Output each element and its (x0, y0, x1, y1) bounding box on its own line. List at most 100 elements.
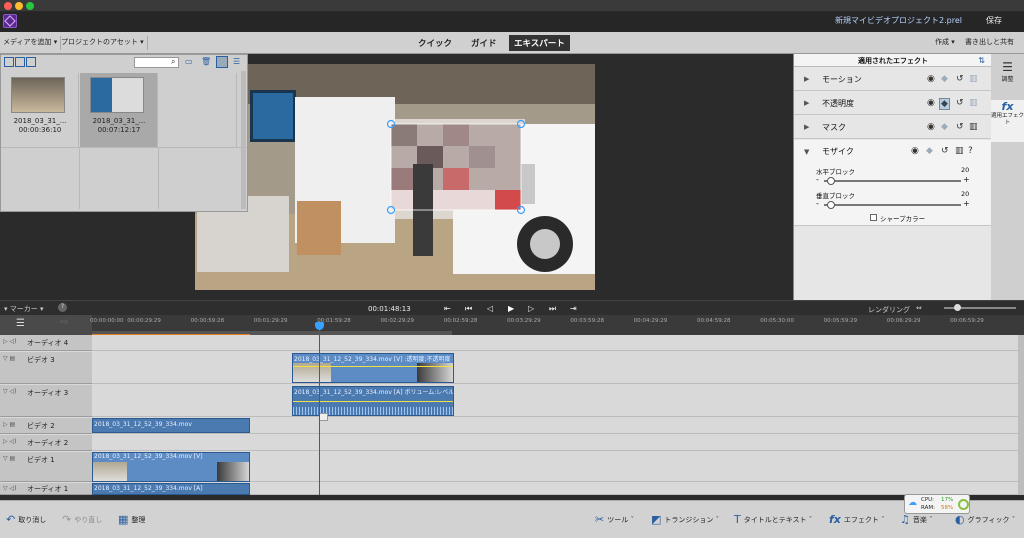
titles-text-button[interactable]: T タイトルとテキスト ˇ (734, 509, 812, 526)
play-icon[interactable]: ▶ (508, 304, 514, 313)
track-row-audio-1[interactable]: 2018_03_31_12_52_39_334.mov [A] (92, 483, 1018, 495)
adjust-tab[interactable]: ☰ 調整 (991, 60, 1024, 98)
eye-icon[interactable]: ◉ (927, 74, 935, 84)
trash-icon[interactable]: ▥ (969, 122, 978, 132)
timeline-zoom-slider[interactable] (944, 304, 1016, 311)
timeline-scrollbar[interactable] (1018, 335, 1024, 495)
track-header-video-2[interactable]: ▷ ▤ ビデオ 2 (0, 418, 92, 434)
go-to-end-icon[interactable]: ⇥ (570, 304, 577, 313)
zoom-window-button[interactable] (26, 2, 34, 10)
effect-row-opacity[interactable]: ▶ 不透明度 ◉ ◆ ↺ ▥ (794, 92, 992, 115)
panel-menu-icon[interactable]: ☰ (233, 57, 240, 66)
step-back-icon[interactable]: ◁ (487, 304, 493, 313)
reset-icon[interactable]: ↺ (956, 98, 964, 108)
reset-icon[interactable]: ↺ (956, 122, 964, 132)
applied-effects-tab[interactable]: fx 適用エフェクト (991, 100, 1024, 142)
export-share-dropdown[interactable]: 書き出しと共有 (962, 36, 1017, 50)
track-options-icon[interactable]: ☰ (16, 318, 25, 329)
effects-button[interactable]: fx エフェクト ˇ (829, 509, 885, 526)
slider-knob[interactable] (826, 177, 835, 185)
keyframe-icon[interactable]: ◆ (941, 122, 948, 132)
horizontal-block-slider[interactable] (824, 177, 961, 185)
eye-icon[interactable]: ◉ (927, 98, 935, 108)
asset-item[interactable]: 2018_03_31_... 00:00:36:10 (1, 73, 79, 147)
track-row-audio-3[interactable]: 2018_03_31_12_52_39_334.mov [A] ボリューム:レベ… (92, 385, 1018, 421)
track-row-video-3[interactable]: 2018_03_31_12_52_39_334.mov [V] :透明度:不透明… (92, 352, 1018, 384)
track-header-audio-1[interactable]: ▽ ◁) オーディオ 1 (0, 483, 92, 495)
go-to-start-icon[interactable]: ⇤ (444, 304, 451, 313)
effect-row-mosaic[interactable]: ▼ モザイク ◉ ◆ ↺ ▥ ? 水平ブロック 20 - + 垂直ブロック 20… (794, 140, 992, 226)
trash-icon[interactable]: ▥ (969, 98, 978, 108)
clip-video-3[interactable]: 2018_03_31_12_52_39_334.mov [V] :透明度:不透明… (292, 353, 454, 383)
expand-icon[interactable]: ▶ (804, 123, 809, 131)
redo-button[interactable]: ↷ やり直し (62, 509, 102, 526)
clip-audio-3[interactable]: 2018_03_31_12_52_39_334.mov [A] ボリューム:レベ… (292, 386, 454, 416)
reset-icon[interactable]: ↺ (956, 74, 964, 84)
increment-icon[interactable]: + (963, 199, 970, 208)
marker-dropdown[interactable]: ▾ マーカー ▾ (4, 304, 44, 314)
pin-icon[interactable] (216, 56, 228, 68)
eye-icon[interactable]: ◉ (911, 146, 919, 156)
asset-scrollbar[interactable] (241, 71, 246, 209)
preview-monitor[interactable] (195, 64, 595, 290)
close-window-button[interactable] (4, 2, 12, 10)
trash-icon[interactable]: ▥ (955, 146, 964, 156)
new-folder-icon[interactable]: ▭ (185, 57, 193, 66)
panel-menu-icon[interactable]: ⇅ (978, 56, 985, 65)
clip-audio-1[interactable]: 2018_03_31_12_52_39_334.mov [A] (92, 483, 250, 495)
render-button[interactable]: レンダリング (868, 305, 910, 315)
tab-guided[interactable]: ガイド (466, 35, 502, 51)
previous-edit-icon[interactable]: ⏮ (465, 304, 472, 314)
transitions-button[interactable]: ◩ トランジション ˇ (651, 509, 719, 526)
slider-knob[interactable] (954, 304, 961, 311)
save-button[interactable]: 保存 (986, 15, 1002, 26)
slider-knob[interactable] (826, 201, 835, 209)
track-row-video-1[interactable]: 2018_03_31_12_52_39_334.mov [V] (92, 452, 1018, 482)
trash-icon[interactable]: ▥ (969, 74, 978, 84)
decrement-icon[interactable]: - (816, 199, 819, 208)
vertical-block-slider[interactable] (824, 201, 961, 209)
collapse-icon[interactable]: ▼ (804, 148, 809, 156)
keyframe-icon[interactable]: ◆ (941, 74, 948, 84)
search-icon[interactable]: ⌕ (171, 57, 175, 67)
minimize-window-button[interactable] (15, 2, 23, 10)
organize-button[interactable]: ▦ 整理 (118, 509, 145, 526)
opacity-line[interactable] (293, 366, 453, 367)
effect-row-mask[interactable]: ▶ マスク ◉ ◆ ↺ ▥ (794, 116, 992, 139)
next-edit-icon[interactable]: ⏭ (549, 304, 556, 314)
track-header-audio-4[interactable]: ▷ ◁) オーディオ 4 (0, 335, 92, 351)
asset-item[interactable]: 2018_03_31_... 00:07:12:17 (80, 73, 158, 147)
playhead[interactable] (319, 322, 320, 495)
tools-button[interactable]: ✂ ツール ˇ (595, 509, 634, 526)
track-header-audio-2[interactable]: ▷ ◁) オーディオ 2 (0, 435, 92, 451)
help-icon[interactable]: ? (968, 146, 973, 156)
fit-timeline-icon[interactable]: ⇔ (916, 304, 922, 312)
eye-icon[interactable]: ◉ (927, 122, 935, 132)
sharp-color-checkbox[interactable] (870, 214, 877, 221)
clip-video-1[interactable]: 2018_03_31_12_52_39_334.mov [V] (92, 452, 250, 482)
track-row-video-2[interactable]: 2018_03_31_12_52_39_334.mov (92, 418, 1018, 434)
track-row-audio-4[interactable] (92, 335, 1018, 351)
clip-video-2[interactable]: 2018_03_31_12_52_39_334.mov (92, 418, 250, 433)
track-header-audio-3[interactable]: ▽ ◁) オーディオ 3 (0, 385, 92, 417)
keyframe-icon[interactable]: ◆ (939, 98, 950, 110)
tab-expert[interactable]: エキスパート (509, 35, 570, 51)
vertical-block-value[interactable]: 20 (961, 190, 969, 198)
horizontal-block-value[interactable]: 20 (961, 166, 969, 174)
expand-icon[interactable]: ▶ (804, 99, 809, 107)
help-icon[interactable]: ? (58, 303, 67, 312)
step-forward-icon[interactable]: ▷ (528, 304, 534, 313)
effect-row-motion[interactable]: ▶ モーション ◉ ◆ ↺ ▥ (794, 68, 992, 91)
undo-button[interactable]: ↶ 取り消し (6, 509, 46, 526)
volume-line[interactable] (293, 401, 453, 402)
image-filter-icon[interactable] (15, 57, 25, 67)
audio-filter-icon[interactable] (26, 57, 36, 67)
track-header-video-1[interactable]: ▽ ▤ ビデオ 1 (0, 452, 92, 482)
project-assets-dropdown[interactable]: プロジェクトのアセット ▾ (58, 36, 148, 50)
trash-icon[interactable]: 🗑 (201, 57, 211, 66)
track-header-video-3[interactable]: ▽ ▤ ビデオ 3 (0, 352, 92, 384)
video-filter-icon[interactable] (4, 57, 14, 67)
timeline-ruler[interactable]: ☰ ⇨ 00:00:00:00 00:00:29:29 00:00:59:28 00:… (0, 315, 1024, 335)
reset-icon[interactable]: ↺ (941, 146, 949, 156)
tab-quick[interactable]: クイック (413, 35, 457, 51)
